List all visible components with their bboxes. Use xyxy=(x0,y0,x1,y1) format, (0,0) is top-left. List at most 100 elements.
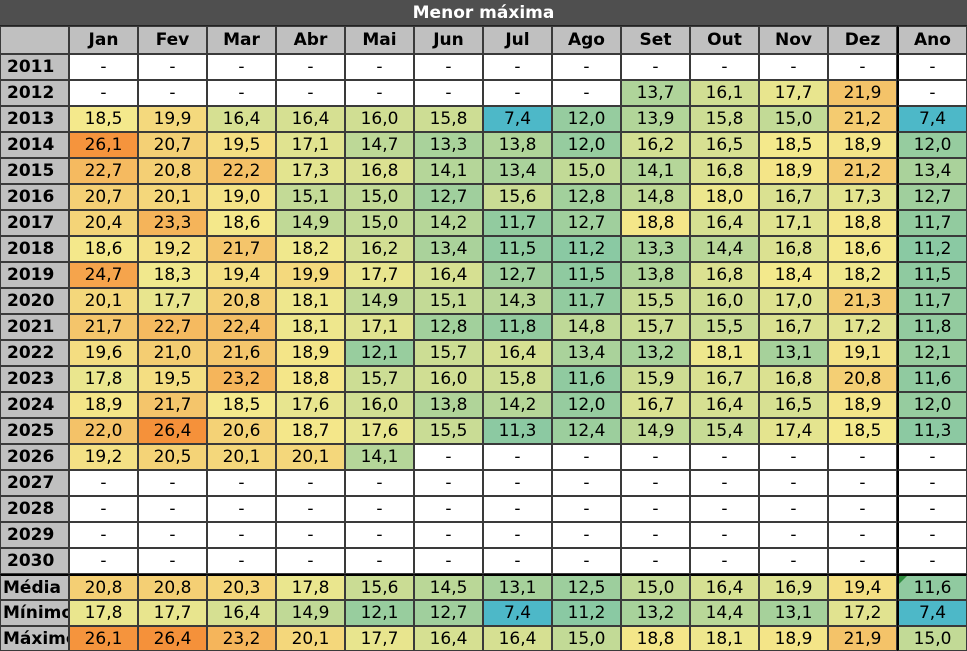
data-cell[interactable]: 13,7 xyxy=(621,80,690,106)
row-header-2028[interactable]: 2028 xyxy=(0,496,69,522)
data-cell[interactable]: 13,4 xyxy=(414,236,483,262)
column-header-abr[interactable]: Abr xyxy=(276,26,345,54)
data-cell[interactable]: 17,6 xyxy=(345,418,414,444)
data-cell[interactable]: 14,9 xyxy=(276,210,345,236)
summary-cell[interactable]: 11,2 xyxy=(552,600,621,626)
summary-cell[interactable]: 12,7 xyxy=(414,600,483,626)
row-header-2019[interactable]: 2019 xyxy=(0,262,69,288)
summary-cell[interactable]: 16,4 xyxy=(414,626,483,651)
data-cell[interactable]: - xyxy=(414,54,483,80)
data-cell[interactable]: - xyxy=(138,548,207,574)
data-cell[interactable]: - xyxy=(552,470,621,496)
data-cell[interactable]: 20,8 xyxy=(138,158,207,184)
data-cell[interactable]: - xyxy=(414,522,483,548)
data-cell[interactable]: 18,1 xyxy=(276,288,345,314)
data-cell[interactable]: - xyxy=(552,80,621,106)
summary-cell[interactable]: 18,9 xyxy=(759,626,828,651)
data-cell[interactable]: 14,8 xyxy=(552,314,621,340)
row-header-2027[interactable]: 2027 xyxy=(0,470,69,496)
ano-cell[interactable]: 12,0 xyxy=(897,392,967,418)
data-cell[interactable]: 18,1 xyxy=(690,340,759,366)
data-cell[interactable]: - xyxy=(414,470,483,496)
data-cell[interactable]: 21,7 xyxy=(138,392,207,418)
ano-cell[interactable]: - xyxy=(897,54,967,80)
data-cell[interactable]: 11,7 xyxy=(552,288,621,314)
data-cell[interactable]: 13,3 xyxy=(621,236,690,262)
data-cell[interactable]: - xyxy=(483,80,552,106)
data-cell[interactable]: - xyxy=(621,54,690,80)
data-cell[interactable]: 21,6 xyxy=(207,340,276,366)
data-cell[interactable]: - xyxy=(483,548,552,574)
data-cell[interactable]: 16,0 xyxy=(345,392,414,418)
summary-ano-cell[interactable]: 15,0 xyxy=(897,626,967,651)
data-cell[interactable]: 13,3 xyxy=(414,132,483,158)
data-cell[interactable]: 19,5 xyxy=(207,132,276,158)
data-cell[interactable]: - xyxy=(138,54,207,80)
data-cell[interactable]: - xyxy=(69,548,138,574)
data-cell[interactable]: - xyxy=(828,444,897,470)
summary-cell[interactable]: 16,4 xyxy=(207,600,276,626)
summary-cell[interactable]: 20,8 xyxy=(69,574,138,600)
ano-cell[interactable]: 7,4 xyxy=(897,106,967,132)
summary-cell[interactable]: 17,7 xyxy=(138,600,207,626)
data-cell[interactable]: - xyxy=(276,496,345,522)
row-header-2026[interactable]: 2026 xyxy=(0,444,69,470)
data-cell[interactable]: 17,7 xyxy=(759,80,828,106)
data-cell[interactable]: 21,7 xyxy=(69,314,138,340)
data-cell[interactable]: 14,9 xyxy=(345,288,414,314)
data-cell[interactable]: 26,1 xyxy=(69,132,138,158)
data-cell[interactable]: 18,1 xyxy=(276,314,345,340)
corner-header-cell[interactable] xyxy=(0,26,69,54)
data-cell[interactable]: - xyxy=(759,444,828,470)
data-cell[interactable]: - xyxy=(621,470,690,496)
summary-cell[interactable]: 13,1 xyxy=(483,574,552,600)
data-cell[interactable]: 16,4 xyxy=(483,340,552,366)
data-cell[interactable]: 16,0 xyxy=(690,288,759,314)
data-cell[interactable]: - xyxy=(621,522,690,548)
data-cell[interactable]: 18,7 xyxy=(276,418,345,444)
column-header-jul[interactable]: Jul xyxy=(483,26,552,54)
data-cell[interactable]: - xyxy=(759,496,828,522)
data-cell[interactable]: 15,0 xyxy=(552,158,621,184)
data-cell[interactable]: 22,2 xyxy=(207,158,276,184)
data-cell[interactable]: - xyxy=(276,548,345,574)
data-cell[interactable]: 18,5 xyxy=(207,392,276,418)
data-cell[interactable]: - xyxy=(207,470,276,496)
data-cell[interactable]: 14,9 xyxy=(621,418,690,444)
data-cell[interactable]: 11,7 xyxy=(483,210,552,236)
data-cell[interactable]: 26,4 xyxy=(138,418,207,444)
data-cell[interactable]: 21,2 xyxy=(828,106,897,132)
data-cell[interactable]: 20,4 xyxy=(69,210,138,236)
data-cell[interactable]: 12,0 xyxy=(552,132,621,158)
data-cell[interactable]: 17,8 xyxy=(69,366,138,392)
row-header-2022[interactable]: 2022 xyxy=(0,340,69,366)
data-cell[interactable]: - xyxy=(345,80,414,106)
summary-cell[interactable]: 23,2 xyxy=(207,626,276,651)
data-cell[interactable]: - xyxy=(759,54,828,80)
data-cell[interactable]: 17,1 xyxy=(276,132,345,158)
row-header-2030[interactable]: 2030 xyxy=(0,548,69,574)
ano-cell[interactable]: 11,7 xyxy=(897,288,967,314)
data-cell[interactable]: 15,7 xyxy=(621,314,690,340)
summary-cell[interactable]: 26,1 xyxy=(69,626,138,651)
summary-cell[interactable]: 20,1 xyxy=(276,626,345,651)
data-cell[interactable]: 16,7 xyxy=(690,366,759,392)
data-cell[interactable]: 15,8 xyxy=(414,106,483,132)
ano-cell[interactable]: 11,3 xyxy=(897,418,967,444)
data-cell[interactable]: - xyxy=(69,470,138,496)
data-cell[interactable]: - xyxy=(483,54,552,80)
row-header-2016[interactable]: 2016 xyxy=(0,184,69,210)
data-cell[interactable]: - xyxy=(690,548,759,574)
summary-cell[interactable]: 17,8 xyxy=(69,600,138,626)
data-cell[interactable]: - xyxy=(621,548,690,574)
ano-cell[interactable]: 11,2 xyxy=(897,236,967,262)
data-cell[interactable]: 18,6 xyxy=(828,236,897,262)
data-cell[interactable]: 14,2 xyxy=(483,392,552,418)
data-cell[interactable]: 20,1 xyxy=(69,288,138,314)
data-cell[interactable]: 20,7 xyxy=(69,184,138,210)
data-cell[interactable]: - xyxy=(207,54,276,80)
data-cell[interactable]: 13,4 xyxy=(552,340,621,366)
data-cell[interactable]: - xyxy=(828,522,897,548)
data-cell[interactable]: 18,2 xyxy=(828,262,897,288)
data-cell[interactable]: 22,7 xyxy=(138,314,207,340)
